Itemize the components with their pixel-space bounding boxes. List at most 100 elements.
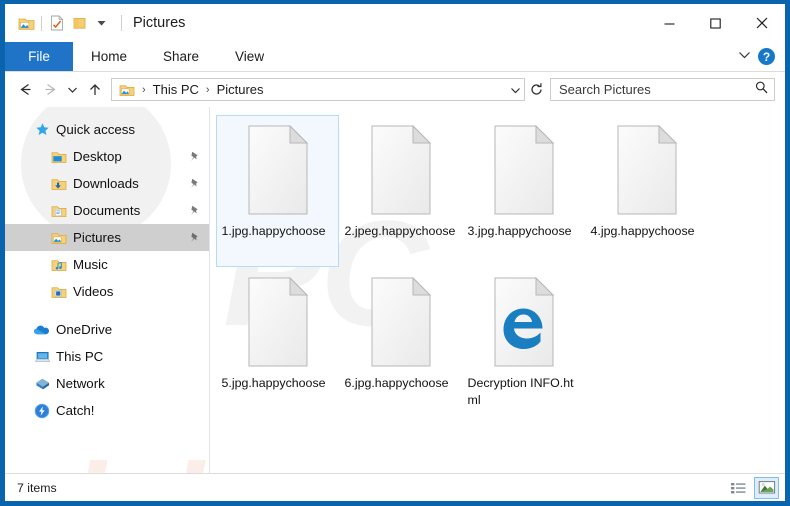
sidebar-item-pictures[interactable]: Pictures	[5, 224, 209, 251]
tab-share[interactable]: Share	[145, 42, 217, 71]
sidebar-label: This PC	[56, 349, 104, 364]
search-icon[interactable]	[754, 80, 769, 100]
sidebar-item-network[interactable]: Network	[5, 370, 209, 397]
sidebar-item-onedrive[interactable]: OneDrive	[5, 316, 209, 343]
item-count-label: 7 items	[17, 480, 57, 495]
sidebar-label: Documents	[73, 203, 141, 218]
breadcrumb-item-this-pc[interactable]: This PC	[151, 82, 201, 97]
sidebar-item-videos[interactable]: Videos	[5, 278, 209, 305]
window-title: Pictures	[121, 15, 185, 31]
file-name: 6.jpg.happychoose	[344, 376, 449, 390]
file-item[interactable]: 5.jpg.happychoose	[216, 267, 339, 419]
this-pc-icon	[31, 347, 53, 367]
folder-documents-icon	[48, 201, 70, 221]
generic-file-icon	[488, 122, 560, 218]
folder-downloads-icon	[48, 174, 70, 194]
onedrive-cloud-icon	[31, 320, 53, 340]
sidebar-label: Desktop	[73, 149, 122, 164]
large-icons-view-button[interactable]	[754, 476, 779, 499]
file-name: 4.jpg.happychoose	[590, 224, 695, 238]
sidebar-item-music[interactable]: Music	[5, 251, 209, 278]
status-bar: 7 items	[5, 473, 785, 501]
generic-file-icon	[242, 274, 314, 370]
folder-desktop-icon	[48, 147, 70, 167]
pin-icon[interactable]	[188, 204, 201, 217]
generic-file-icon	[365, 274, 437, 370]
view-toggle-group	[726, 476, 779, 499]
search-box[interactable]	[550, 78, 775, 101]
sidebar-label: Pictures	[73, 230, 122, 245]
file-name: Decryption INFO.html	[467, 376, 574, 407]
forward-button[interactable]	[38, 77, 63, 103]
breadcrumb[interactable]: › This PC › Pictures	[111, 78, 525, 101]
sidebar-label: OneDrive	[56, 322, 113, 337]
maximize-button[interactable]	[692, 4, 738, 42]
sidebar-label: Videos	[73, 284, 114, 299]
new-folder-icon[interactable]	[68, 12, 90, 34]
breadcrumb-dropdown-icon[interactable]	[506, 84, 524, 96]
breadcrumb-item-pictures[interactable]: Pictures	[215, 82, 266, 97]
help-icon[interactable]: ?	[758, 48, 775, 65]
breadcrumb-separator[interactable]: ›	[137, 84, 151, 96]
file-name: 3.jpg.happychoose	[467, 224, 572, 238]
sidebar-label: Music	[73, 257, 108, 272]
customize-chevron-icon[interactable]	[90, 12, 112, 34]
sidebar-item-documents[interactable]: Documents	[5, 197, 209, 224]
refresh-button[interactable]	[525, 78, 547, 101]
generic-file-icon	[611, 122, 683, 218]
file-item[interactable]: 1.jpg.happychoose	[216, 115, 339, 267]
tab-file[interactable]: File	[5, 42, 73, 71]
network-icon	[31, 374, 53, 394]
details-view-button[interactable]	[726, 477, 751, 499]
navigation-pane: Quick access Desktop Downloads Documents…	[5, 107, 209, 473]
up-button[interactable]	[82, 77, 107, 103]
catch-icon	[31, 401, 53, 421]
tab-view[interactable]: View	[217, 42, 282, 71]
explorer-body: PC risk .com Quick access	[5, 89, 785, 501]
window-controls	[646, 4, 785, 42]
sidebar-label: Downloads	[73, 176, 139, 191]
breadcrumb-separator[interactable]: ›	[201, 84, 215, 96]
ribbon-right-controls: ?	[737, 42, 785, 71]
pin-icon[interactable]	[188, 177, 201, 190]
sidebar-item-this-pc[interactable]: This PC	[5, 343, 209, 370]
file-item[interactable]: 3.jpg.happychoose	[462, 115, 585, 267]
file-item[interactable]: 4.jpg.happychoose	[585, 115, 708, 267]
tab-home[interactable]: Home	[73, 42, 145, 71]
desktop-backdrop: Pictures File Home Share View ? › This P…	[0, 0, 790, 506]
search-input[interactable]	[559, 82, 754, 97]
pin-icon[interactable]	[188, 150, 201, 163]
expand-ribbon-chevron-icon[interactable]	[737, 48, 752, 66]
sidebar-item-catch[interactable]: Catch!	[5, 397, 209, 424]
generic-file-icon	[242, 122, 314, 218]
close-button[interactable]	[738, 4, 785, 42]
file-name: 1.jpg.happychoose	[221, 224, 326, 238]
file-item[interactable]: 2.jpeg.happychoose	[339, 115, 462, 267]
file-name: 2.jpeg.happychoose	[344, 224, 456, 238]
sidebar-label: Network	[56, 376, 105, 391]
file-item[interactable]: Decryption INFO.html	[462, 267, 585, 419]
pin-icon[interactable]	[188, 231, 201, 244]
recent-locations-icon[interactable]	[63, 77, 82, 103]
qat-separator	[41, 15, 42, 31]
ribbon-tab-bar: File Home Share View ?	[5, 42, 785, 72]
file-grid: 1.jpg.happychoose 2.jpeg.happychoose 3.j…	[216, 115, 785, 419]
file-name: 5.jpg.happychoose	[221, 376, 326, 390]
minimize-button[interactable]	[646, 4, 692, 42]
file-explorer-window: Pictures File Home Share View ? › This P…	[5, 4, 785, 501]
folder-videos-icon	[48, 282, 70, 302]
sidebar-item-downloads[interactable]: Downloads	[5, 170, 209, 197]
back-button[interactable]	[13, 77, 38, 103]
breadcrumb-folder-icon	[116, 83, 137, 97]
properties-icon[interactable]	[46, 12, 68, 34]
sidebar-item-desktop[interactable]: Desktop	[5, 143, 209, 170]
file-item[interactable]: 6.jpg.happychoose	[339, 267, 462, 419]
address-bar: › This PC › Pictures	[5, 72, 785, 107]
sidebar-item-quick-access[interactable]: Quick access	[5, 116, 209, 143]
pictures-folder-icon[interactable]	[15, 12, 37, 34]
generic-file-icon	[365, 122, 437, 218]
sidebar-label: Quick access	[56, 122, 136, 137]
title-bar: Pictures	[5, 4, 785, 42]
file-list-pane[interactable]: 1.jpg.happychoose 2.jpeg.happychoose 3.j…	[209, 107, 785, 473]
